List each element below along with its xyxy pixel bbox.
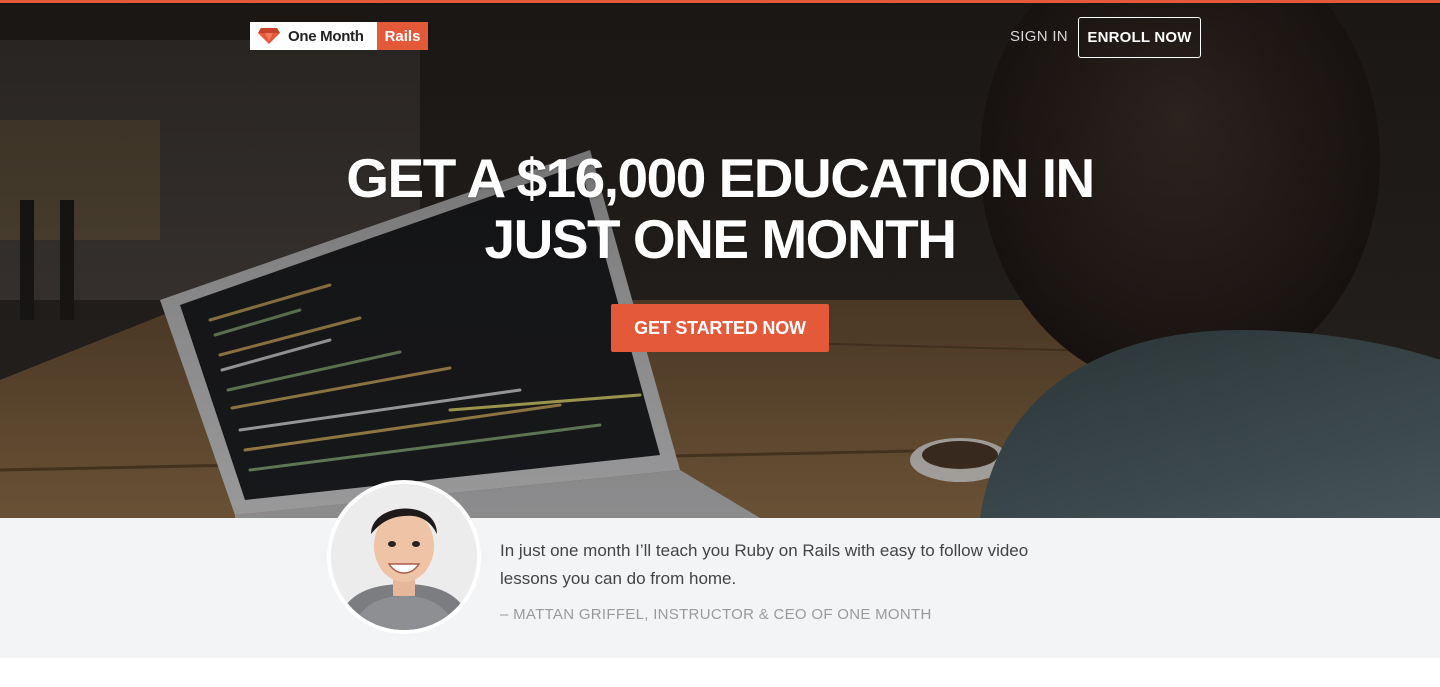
headline-line-1: GET A $16,000 EDUCATION IN: [346, 147, 1095, 209]
testimonial-quote: In just one month I’ll teach you Ruby on…: [500, 537, 1080, 593]
quote-line-1: In just one month I’ll teach you Ruby on…: [500, 541, 1029, 560]
get-started-button[interactable]: GET STARTED NOW: [611, 304, 829, 352]
headline-line-2: JUST ONE MONTH: [484, 208, 957, 270]
quote-line-2: lessons you can do from home.: [500, 569, 737, 588]
brand-logo[interactable]: One Month Rails: [250, 22, 428, 50]
logo-text: One Month: [288, 27, 364, 45]
hero-headline: GET A $16,000 EDUCATION IN JUST ONE MONT…: [270, 148, 1170, 270]
logo-product: Rails: [377, 22, 428, 50]
portrait-illustration: [331, 484, 477, 630]
enroll-now-button[interactable]: ENROLL NOW: [1078, 17, 1201, 58]
instructor-portrait: [331, 484, 477, 630]
ruby-gem-icon: [258, 28, 280, 44]
testimonial-attribution: – MATTAN GRIFFEL, INSTRUCTOR & CEO OF ON…: [500, 606, 932, 623]
logo-main: One Month: [250, 22, 377, 50]
top-accent-bar: [0, 0, 1440, 3]
top-nav: One Month Rails SIGN IN ENROLL NOW: [0, 17, 1440, 58]
sign-in-link[interactable]: SIGN IN: [1010, 28, 1068, 45]
avatar: [327, 480, 481, 634]
